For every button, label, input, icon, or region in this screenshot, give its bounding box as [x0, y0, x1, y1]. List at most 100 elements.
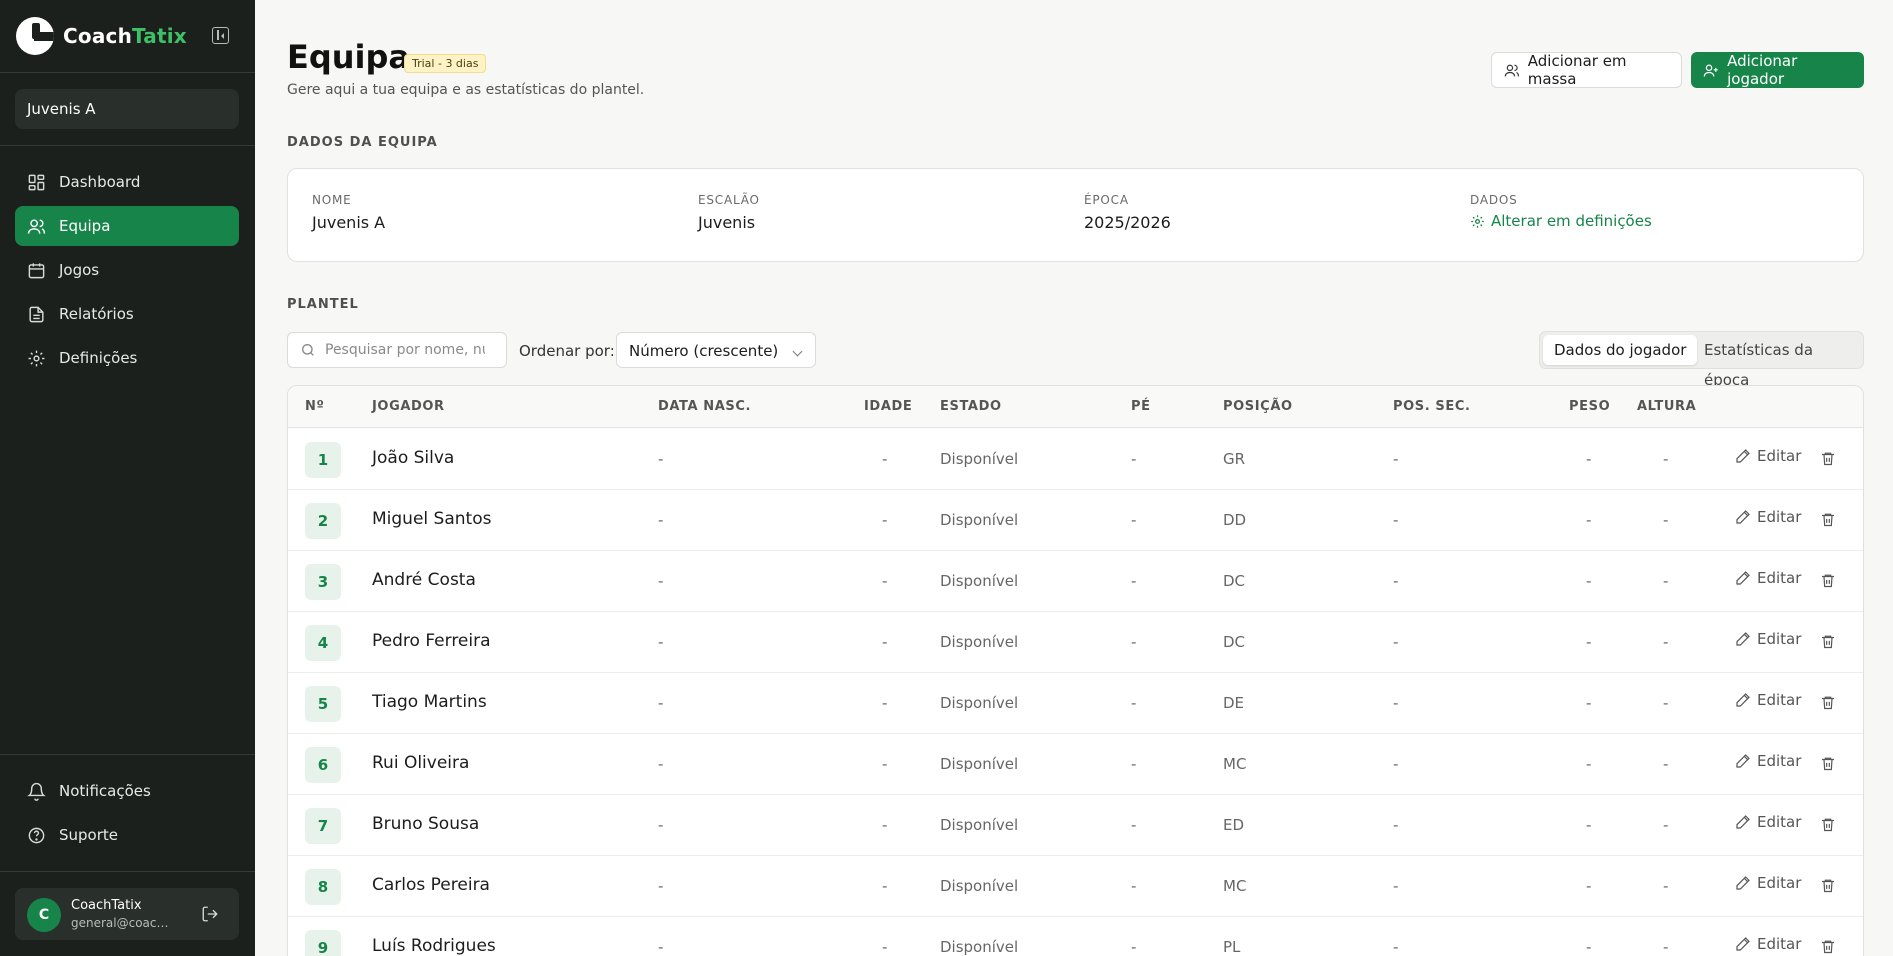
- settings-link[interactable]: Alterar em definições: [1470, 212, 1652, 230]
- column-header-status[interactable]: ESTADO: [940, 399, 1002, 414]
- sort-select[interactable]: Número (crescente): [616, 332, 816, 368]
- table-row[interactable]: 5 Tiago Martins - - Disponível - DE - - - Editar: [288, 673, 1863, 734]
- player-status: Disponível: [940, 816, 1019, 834]
- player-name[interactable]: Tiago Martins: [372, 692, 487, 712]
- player-weight: -: [1586, 938, 1592, 956]
- sidebar-item-label: Suporte: [59, 826, 119, 844]
- sidebar-item-definicoes[interactable]: Definições: [15, 338, 239, 378]
- trash-icon[interactable]: [1820, 938, 1836, 955]
- pencil-icon: [1736, 449, 1750, 463]
- sidebar-divider: [0, 754, 255, 755]
- team-data-label: DADOS: [1470, 193, 1518, 207]
- column-header-weight[interactable]: PESO: [1569, 399, 1610, 414]
- player-foot: -: [1131, 694, 1137, 712]
- team-selector[interactable]: Juvenis A: [15, 89, 239, 129]
- column-header-position[interactable]: POSIÇÃO: [1223, 399, 1293, 414]
- brand[interactable]: CoachTatix: [16, 17, 187, 55]
- player-name[interactable]: João Silva: [372, 448, 454, 468]
- edit-player-button[interactable]: Editar: [1735, 630, 1801, 648]
- trash-icon[interactable]: [1820, 755, 1836, 772]
- tab-season-stats[interactable]: Estatísticas da época: [1693, 335, 1863, 389]
- player-status: Disponível: [940, 694, 1019, 712]
- table-row[interactable]: 3 André Costa - - Disponível - DC - - - Editar: [288, 551, 1863, 612]
- table-row[interactable]: 7 Bruno Sousa - - Disponível - ED - - - Editar: [288, 795, 1863, 856]
- player-name[interactable]: Miguel Santos: [372, 509, 491, 529]
- coachtatix-logo-icon: [16, 17, 54, 55]
- brand-name-part2: Tatix: [132, 24, 187, 48]
- search-input[interactable]: [325, 342, 485, 358]
- sidebar-item-label: Jogos: [59, 261, 100, 279]
- table-row[interactable]: 4 Pedro Ferreira - - Disponível - DC - - - Editar: [288, 612, 1863, 673]
- column-header-player[interactable]: JOGADOR: [372, 399, 445, 414]
- player-name[interactable]: Pedro Ferreira: [372, 631, 491, 651]
- trash-icon[interactable]: [1820, 572, 1836, 589]
- chevron-down-icon: [792, 346, 803, 357]
- bulk-add-button[interactable]: Adicionar em massa: [1491, 52, 1682, 88]
- player-birthdate: -: [658, 877, 664, 895]
- column-header-age[interactable]: IDADE: [864, 399, 912, 414]
- sidebar-collapse-icon[interactable]: [212, 27, 229, 44]
- player-weight: -: [1586, 694, 1592, 712]
- sidebar-item-suporte[interactable]: Suporte: [15, 815, 239, 855]
- sort-value: Número (crescente): [629, 342, 779, 360]
- sidebar-item-jogos[interactable]: Jogos: [15, 250, 239, 290]
- edit-player-button[interactable]: Editar: [1735, 874, 1801, 892]
- player-height: -: [1663, 816, 1669, 834]
- trash-icon[interactable]: [1820, 694, 1836, 711]
- logout-icon[interactable]: [201, 905, 219, 923]
- sidebar-item-dashboard[interactable]: Dashboard: [15, 162, 239, 202]
- table-row[interactable]: 6 Rui Oliveira - - Disponível - MC - - - Editar: [288, 734, 1863, 795]
- edit-label: Editar: [1757, 935, 1802, 953]
- trash-icon[interactable]: [1820, 816, 1836, 833]
- player-number-badge: 4: [305, 625, 341, 661]
- edit-player-button[interactable]: Editar: [1735, 935, 1801, 953]
- trash-icon[interactable]: [1820, 877, 1836, 894]
- trash-icon[interactable]: [1820, 511, 1836, 528]
- player-name[interactable]: Luís Rodrigues: [372, 936, 496, 956]
- player-name[interactable]: André Costa: [372, 570, 476, 590]
- player-secondary-position: -: [1393, 511, 1399, 529]
- table-row[interactable]: 9 Luís Rodrigues - - Disponível - PL - - - Editar: [288, 917, 1863, 956]
- edit-player-button[interactable]: Editar: [1735, 691, 1801, 709]
- sidebar-item-equipa[interactable]: Equipa: [15, 206, 239, 246]
- sidebar-item-relatorios[interactable]: Relatórios: [15, 294, 239, 334]
- player-weight: -: [1586, 450, 1592, 468]
- edit-player-button[interactable]: Editar: [1735, 447, 1801, 465]
- tab-player-data[interactable]: Dados do jogador: [1543, 335, 1698, 365]
- edit-player-button[interactable]: Editar: [1735, 813, 1801, 831]
- team-name-label: NOME: [312, 193, 352, 207]
- edit-player-button[interactable]: Editar: [1735, 508, 1801, 526]
- pencil-icon: [1736, 937, 1750, 951]
- team-data-card: NOME Juvenis A ESCALÃO Juvenis ÉPOCA 202…: [287, 168, 1864, 262]
- table-row[interactable]: 2 Miguel Santos - - Disponível - DD - - - Editar: [288, 490, 1863, 551]
- sidebar: CoachTatix Juvenis A Dashboard Equipa Jo…: [0, 0, 255, 956]
- trial-badge: Trial - 3 dias: [404, 54, 487, 73]
- player-height: -: [1663, 633, 1669, 651]
- player-name[interactable]: Bruno Sousa: [372, 814, 479, 834]
- player-foot: -: [1131, 450, 1137, 468]
- player-name[interactable]: Rui Oliveira: [372, 753, 469, 773]
- column-header-foot[interactable]: PÉ: [1131, 399, 1151, 414]
- add-player-button[interactable]: Adicionar jogador: [1691, 52, 1864, 88]
- trash-icon[interactable]: [1820, 450, 1836, 467]
- edit-player-button[interactable]: Editar: [1735, 569, 1801, 587]
- bell-icon: [27, 782, 46, 801]
- sidebar-item-notificacoes[interactable]: Notificações: [15, 771, 239, 811]
- user-card[interactable]: C CoachTatix general@coachtatix.com: [15, 888, 239, 940]
- table-row[interactable]: 8 Carlos Pereira - - Disponível - MC - - - Editar: [288, 856, 1863, 917]
- player-search[interactable]: [287, 332, 507, 368]
- table-row[interactable]: 1 João Silva - - Disponível - GR - - - Editar: [288, 429, 1863, 490]
- column-header-height[interactable]: ALTURA: [1637, 399, 1696, 414]
- team-season-value: 2025/2026: [1084, 213, 1171, 232]
- trash-icon[interactable]: [1820, 633, 1836, 650]
- add-player-label: Adicionar jogador: [1727, 52, 1798, 88]
- player-name[interactable]: Carlos Pereira: [372, 875, 490, 895]
- column-header-secondary-position[interactable]: POS. SEC.: [1393, 399, 1471, 414]
- edit-player-button[interactable]: Editar: [1735, 752, 1801, 770]
- player-position: PL: [1223, 938, 1241, 956]
- player-secondary-position: -: [1393, 938, 1399, 956]
- column-header-number[interactable]: Nº: [305, 399, 324, 414]
- report-icon: [29, 306, 44, 322]
- player-age: -: [882, 877, 888, 895]
- column-header-birthdate[interactable]: DATA NASC.: [658, 399, 751, 414]
